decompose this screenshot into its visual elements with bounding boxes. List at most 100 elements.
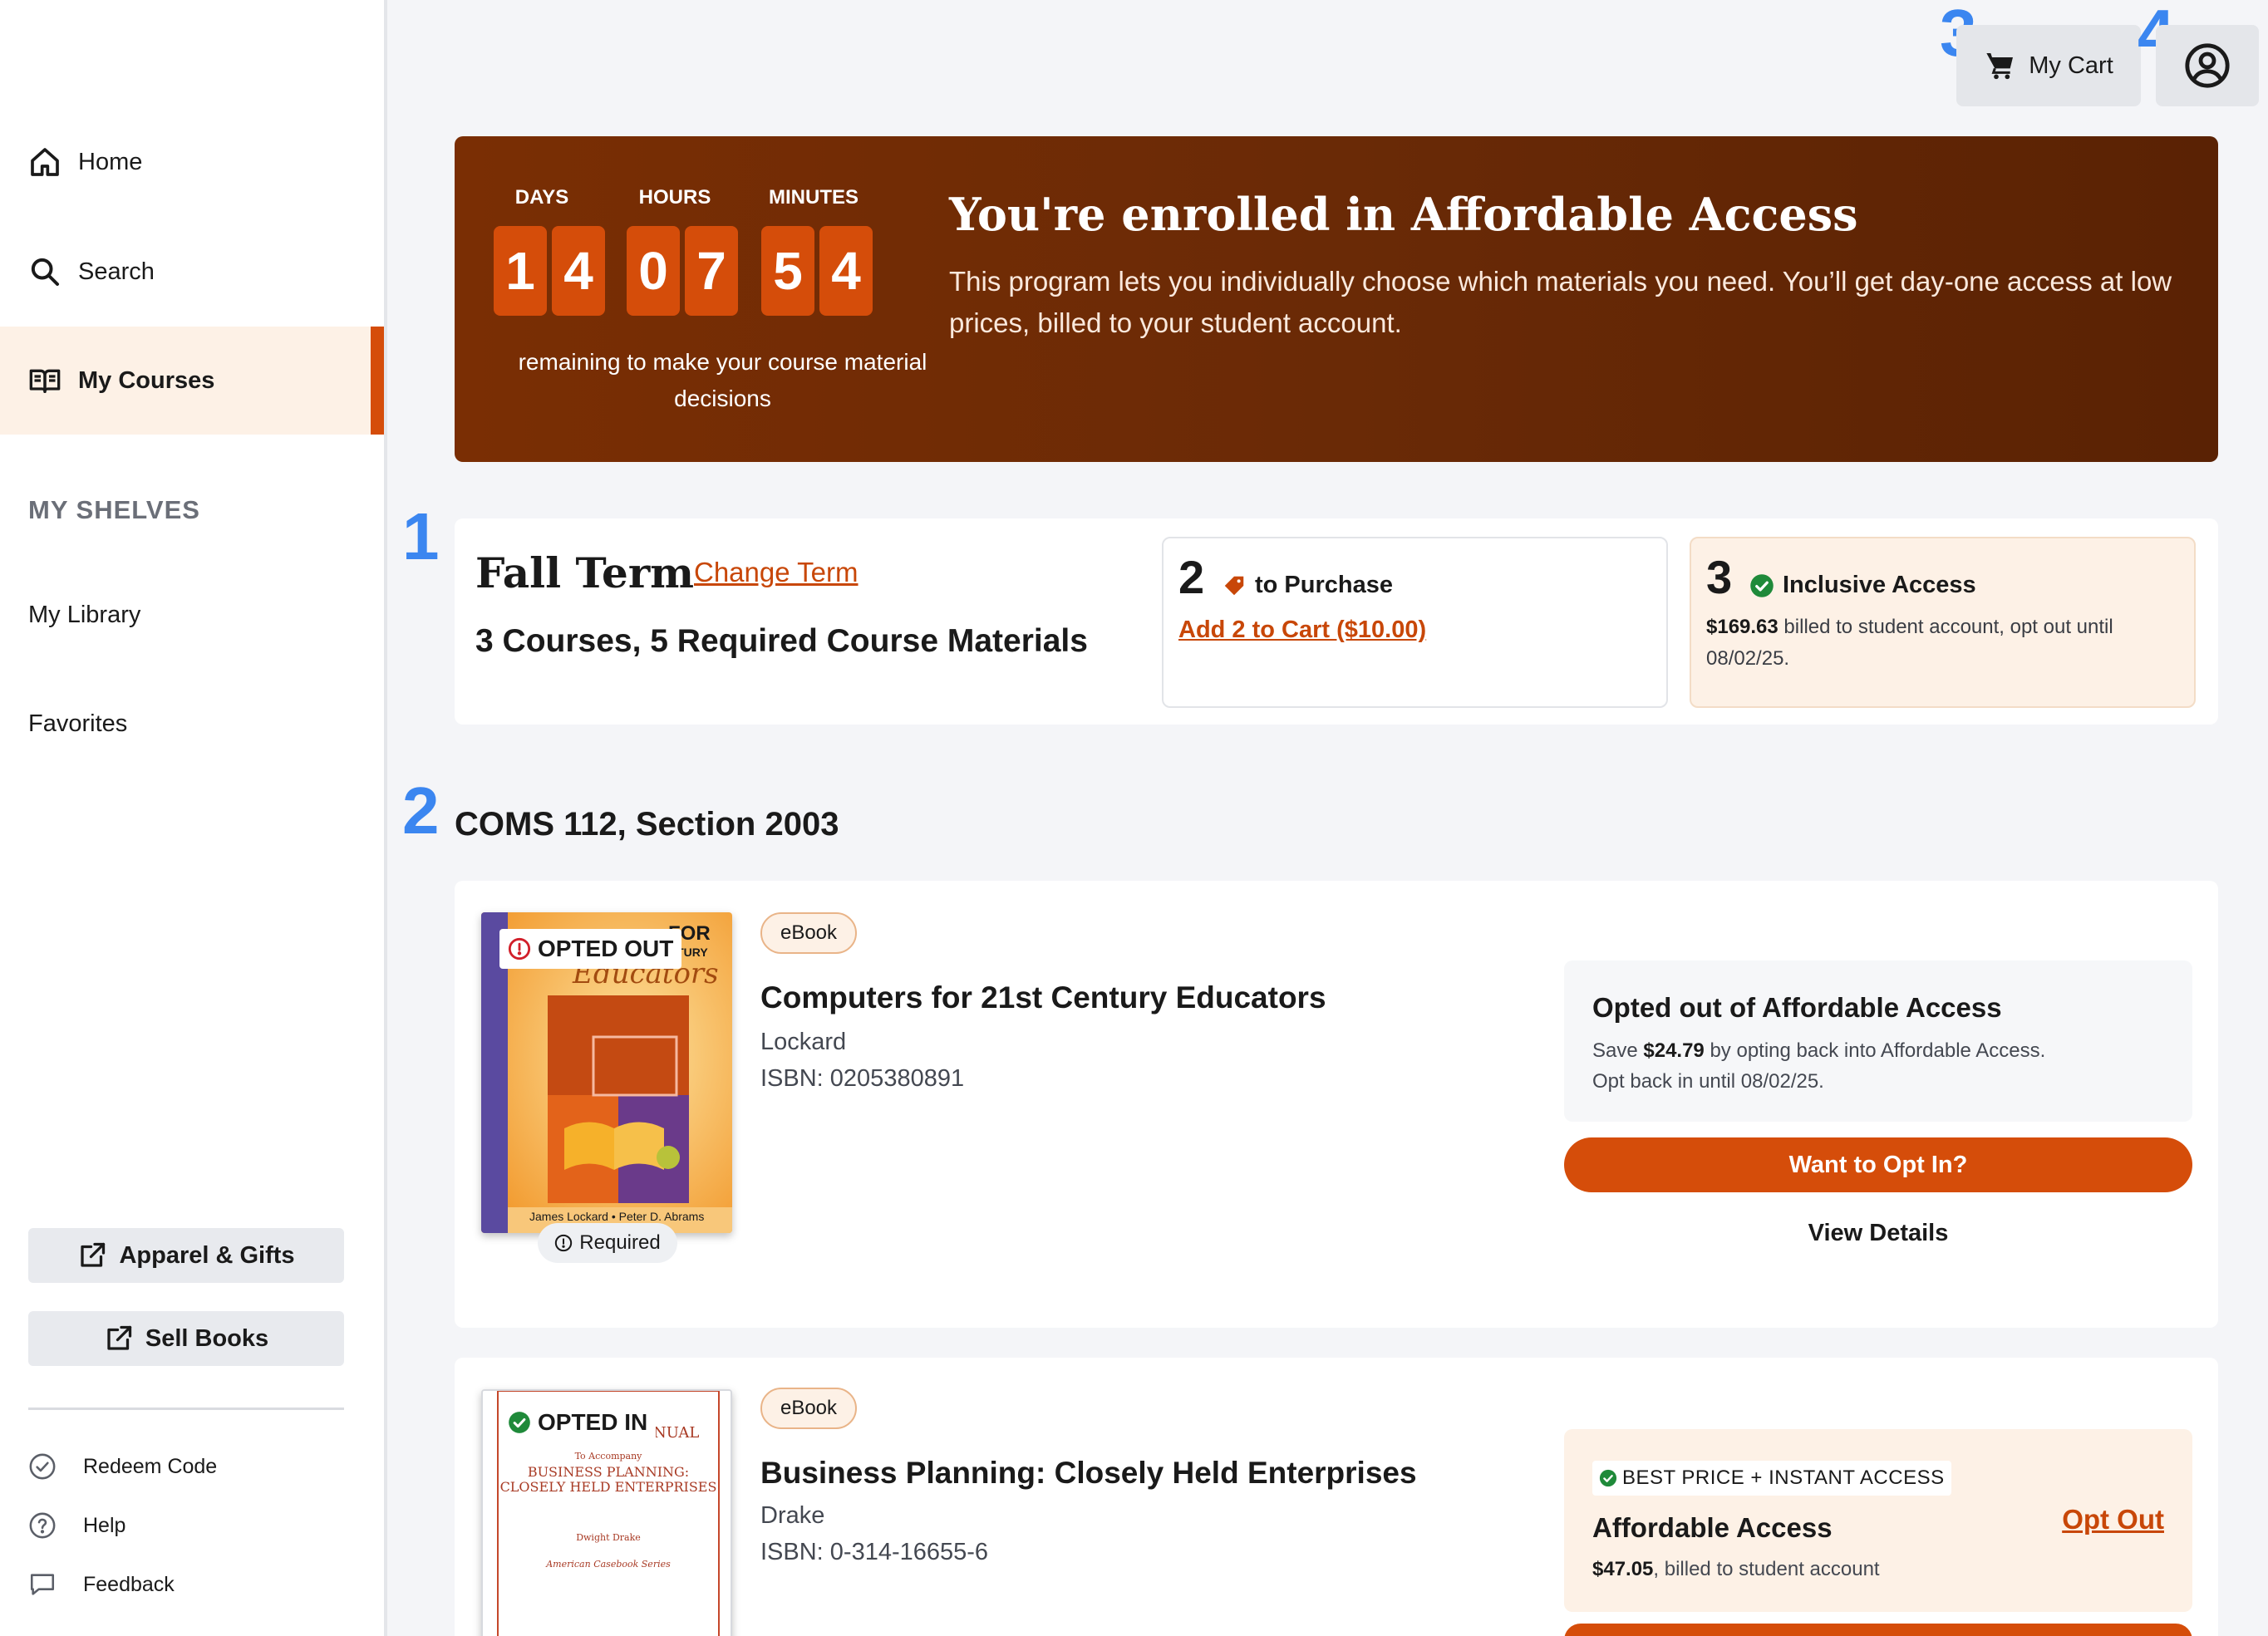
- countdown-digit: 4: [819, 226, 873, 316]
- nav-my-courses[interactable]: My Courses: [0, 327, 384, 435]
- check-circle-icon: [29, 1453, 56, 1480]
- cover-author: Dwight Drake: [576, 1532, 641, 1543]
- opt-save-amount: $24.79: [1643, 1039, 1705, 1062]
- help-label: Help: [83, 1513, 126, 1537]
- affordable-access-text: , billed to student account: [1653, 1558, 1880, 1580]
- countdown-digit: 0: [627, 226, 680, 316]
- info-circle-icon: [555, 1234, 573, 1252]
- sidebar: Home Search My Courses MY SHELVES My Lib…: [0, 0, 387, 1636]
- external-link-icon: [81, 1242, 106, 1267]
- countdown-digit: 4: [552, 226, 605, 316]
- redeem-code-label: Redeem Code: [83, 1454, 218, 1478]
- inclusive-access-box: 3 Inclusive Access $169.63 billed to stu…: [1690, 537, 2196, 708]
- opted-in-badge: OPTED IN: [499, 1403, 657, 1442]
- primary-action-button[interactable]: [1564, 1624, 2192, 1636]
- affordable-access-description: $47.05, billed to student account: [1592, 1554, 2174, 1584]
- to-purchase-count: 2: [1178, 551, 1205, 603]
- want-to-opt-in-button[interactable]: Want to Opt In?: [1564, 1137, 2192, 1192]
- material-isbn: ISBN: 0205380891: [760, 1065, 965, 1092]
- add-to-cart-link[interactable]: Add 2 to Cart ($10.00): [1178, 617, 1426, 644]
- countdown-digit: 7: [685, 226, 738, 316]
- affordable-access-panel: BEST PRICE + INSTANT ACCESS Affordable A…: [1564, 1429, 2192, 1612]
- feedback-label: Feedback: [83, 1572, 175, 1596]
- apparel-gifts-button[interactable]: Apparel & Gifts: [28, 1228, 344, 1283]
- alert-circle-icon: [508, 937, 531, 960]
- change-term-link[interactable]: Change Term: [694, 557, 858, 588]
- best-price-badge: BEST PRICE + INSTANT ACCESS: [1592, 1461, 1951, 1496]
- to-purchase-box: 2 to Purchase Add 2 to Cart ($10.00): [1162, 537, 1668, 708]
- material-isbn: ISBN: 0-314-16655-6: [760, 1539, 989, 1565]
- nav-my-courses-label: My Courses: [78, 366, 215, 394]
- chat-bubble-icon: [30, 1574, 55, 1595]
- feedback-link[interactable]: Feedback: [28, 1570, 175, 1599]
- my-cart-button[interactable]: My Cart: [1956, 25, 2141, 106]
- redeem-code-link[interactable]: Redeem Code: [28, 1452, 217, 1481]
- cover-title-fragment: NUAL: [653, 1424, 700, 1442]
- required-badge: Required: [538, 1223, 677, 1263]
- term-summary: 3 Courses, 5 Required Course Materials: [475, 623, 1088, 659]
- cover-authors: James Lockard • Peter D. Abrams: [529, 1210, 705, 1223]
- inclusive-access-description: $169.63 billed to student account, opt o…: [1706, 612, 2172, 675]
- cover-series: American Casebook Series: [546, 1559, 671, 1570]
- countdown-hours-label: HOURS: [638, 186, 711, 209]
- material-title[interactable]: Computers for 21st Century Educators: [760, 980, 1326, 1015]
- price-tag-icon: [1224, 576, 1244, 595]
- external-link-icon: [107, 1325, 132, 1350]
- home-icon: [31, 148, 59, 176]
- opt-back-deadline: Opt back in until 08/02/25.: [1592, 1070, 1824, 1093]
- apparel-gifts-label: Apparel & Gifts: [119, 1241, 295, 1269]
- opt-save-suffix: by opting back into Affordable Access.: [1704, 1039, 2046, 1062]
- opt-status-description: Save $24.79 by opting back into Affordab…: [1592, 1035, 2174, 1097]
- banner-title: You're enrolled in Affordable Access: [949, 188, 1858, 241]
- sell-books-button[interactable]: Sell Books: [28, 1311, 344, 1366]
- nav-search[interactable]: Search: [0, 218, 384, 326]
- check-circle-filled-icon: [1750, 573, 1774, 597]
- cover-line-business-planning: BUSINESS PLANNING:: [527, 1464, 690, 1480]
- to-purchase-label: to Purchase: [1255, 572, 1393, 598]
- countdown-days-label: DAYS: [514, 186, 569, 209]
- course-heading: COMS 112, Section 2003: [455, 806, 839, 843]
- inclusive-access-amount: $169.63: [1706, 616, 1778, 638]
- material-card: FOR NTURY Educators James Lockard • Pete…: [455, 881, 2218, 1328]
- user-circle-icon: [2185, 43, 2230, 88]
- opted-out-label: OPTED OUT: [538, 936, 674, 961]
- material-author: Drake: [760, 1502, 825, 1529]
- shelf-my-library[interactable]: My Library: [28, 602, 140, 629]
- help-link[interactable]: Help: [28, 1511, 125, 1540]
- format-badge: eBook: [760, 1388, 857, 1429]
- countdown-minutes-label: MINUTES: [769, 186, 858, 209]
- nav-search-label: Search: [78, 258, 155, 285]
- sell-books-label: Sell Books: [145, 1324, 269, 1352]
- shelves-title: MY SHELVES: [28, 495, 200, 524]
- cover-line-closely-held: CLOSELY HELD ENTERPRISES: [499, 1479, 717, 1495]
- to-purchase-label-row: to Purchase: [1222, 572, 1393, 599]
- help-circle-icon: [29, 1512, 56, 1539]
- inclusive-access-label-row: Inclusive Access: [1749, 572, 1976, 599]
- nav-home[interactable]: Home: [0, 108, 384, 216]
- material-author: Lockard: [760, 1029, 847, 1055]
- inclusive-access-label: Inclusive Access: [1783, 572, 1976, 598]
- term-title: Fall Term: [475, 548, 695, 597]
- opt-status-panel: Opted out of Affordable Access Save $24.…: [1564, 960, 2192, 1122]
- required-label: Required: [579, 1231, 661, 1254]
- opted-in-label: OPTED IN: [538, 1409, 648, 1435]
- enrollment-banner: DAYS HOURS MINUTES 1 4 0 7 5 4 remaining…: [455, 136, 2218, 462]
- view-details-link[interactable]: View Details: [1564, 1220, 2192, 1247]
- affordable-access-amount: $47.05: [1592, 1558, 1654, 1580]
- inclusive-access-count: 3: [1706, 551, 1733, 603]
- annotation-marker-1: 1: [402, 499, 440, 573]
- shelf-favorites[interactable]: Favorites: [28, 710, 127, 738]
- my-cart-label: My Cart: [2029, 52, 2113, 79]
- material-title[interactable]: Business Planning: Closely Held Enterpri…: [760, 1456, 1417, 1491]
- opted-out-badge: OPTED OUT: [499, 929, 682, 969]
- account-button[interactable]: [2156, 25, 2259, 106]
- opt-status-title: Opted out of Affordable Access: [1592, 992, 2002, 1023]
- countdown-digit: 1: [494, 226, 547, 316]
- check-circle-filled-icon: [509, 1412, 530, 1433]
- banner-description: This program lets you individually choos…: [949, 266, 2172, 338]
- annotation-marker-2: 2: [402, 774, 440, 847]
- opt-out-link[interactable]: Opt Out: [2062, 1504, 2164, 1535]
- cover-accompany: To Accompany: [574, 1451, 642, 1462]
- best-price-label: BEST PRICE + INSTANT ACCESS: [1622, 1467, 1945, 1489]
- format-badge: eBook: [760, 912, 857, 954]
